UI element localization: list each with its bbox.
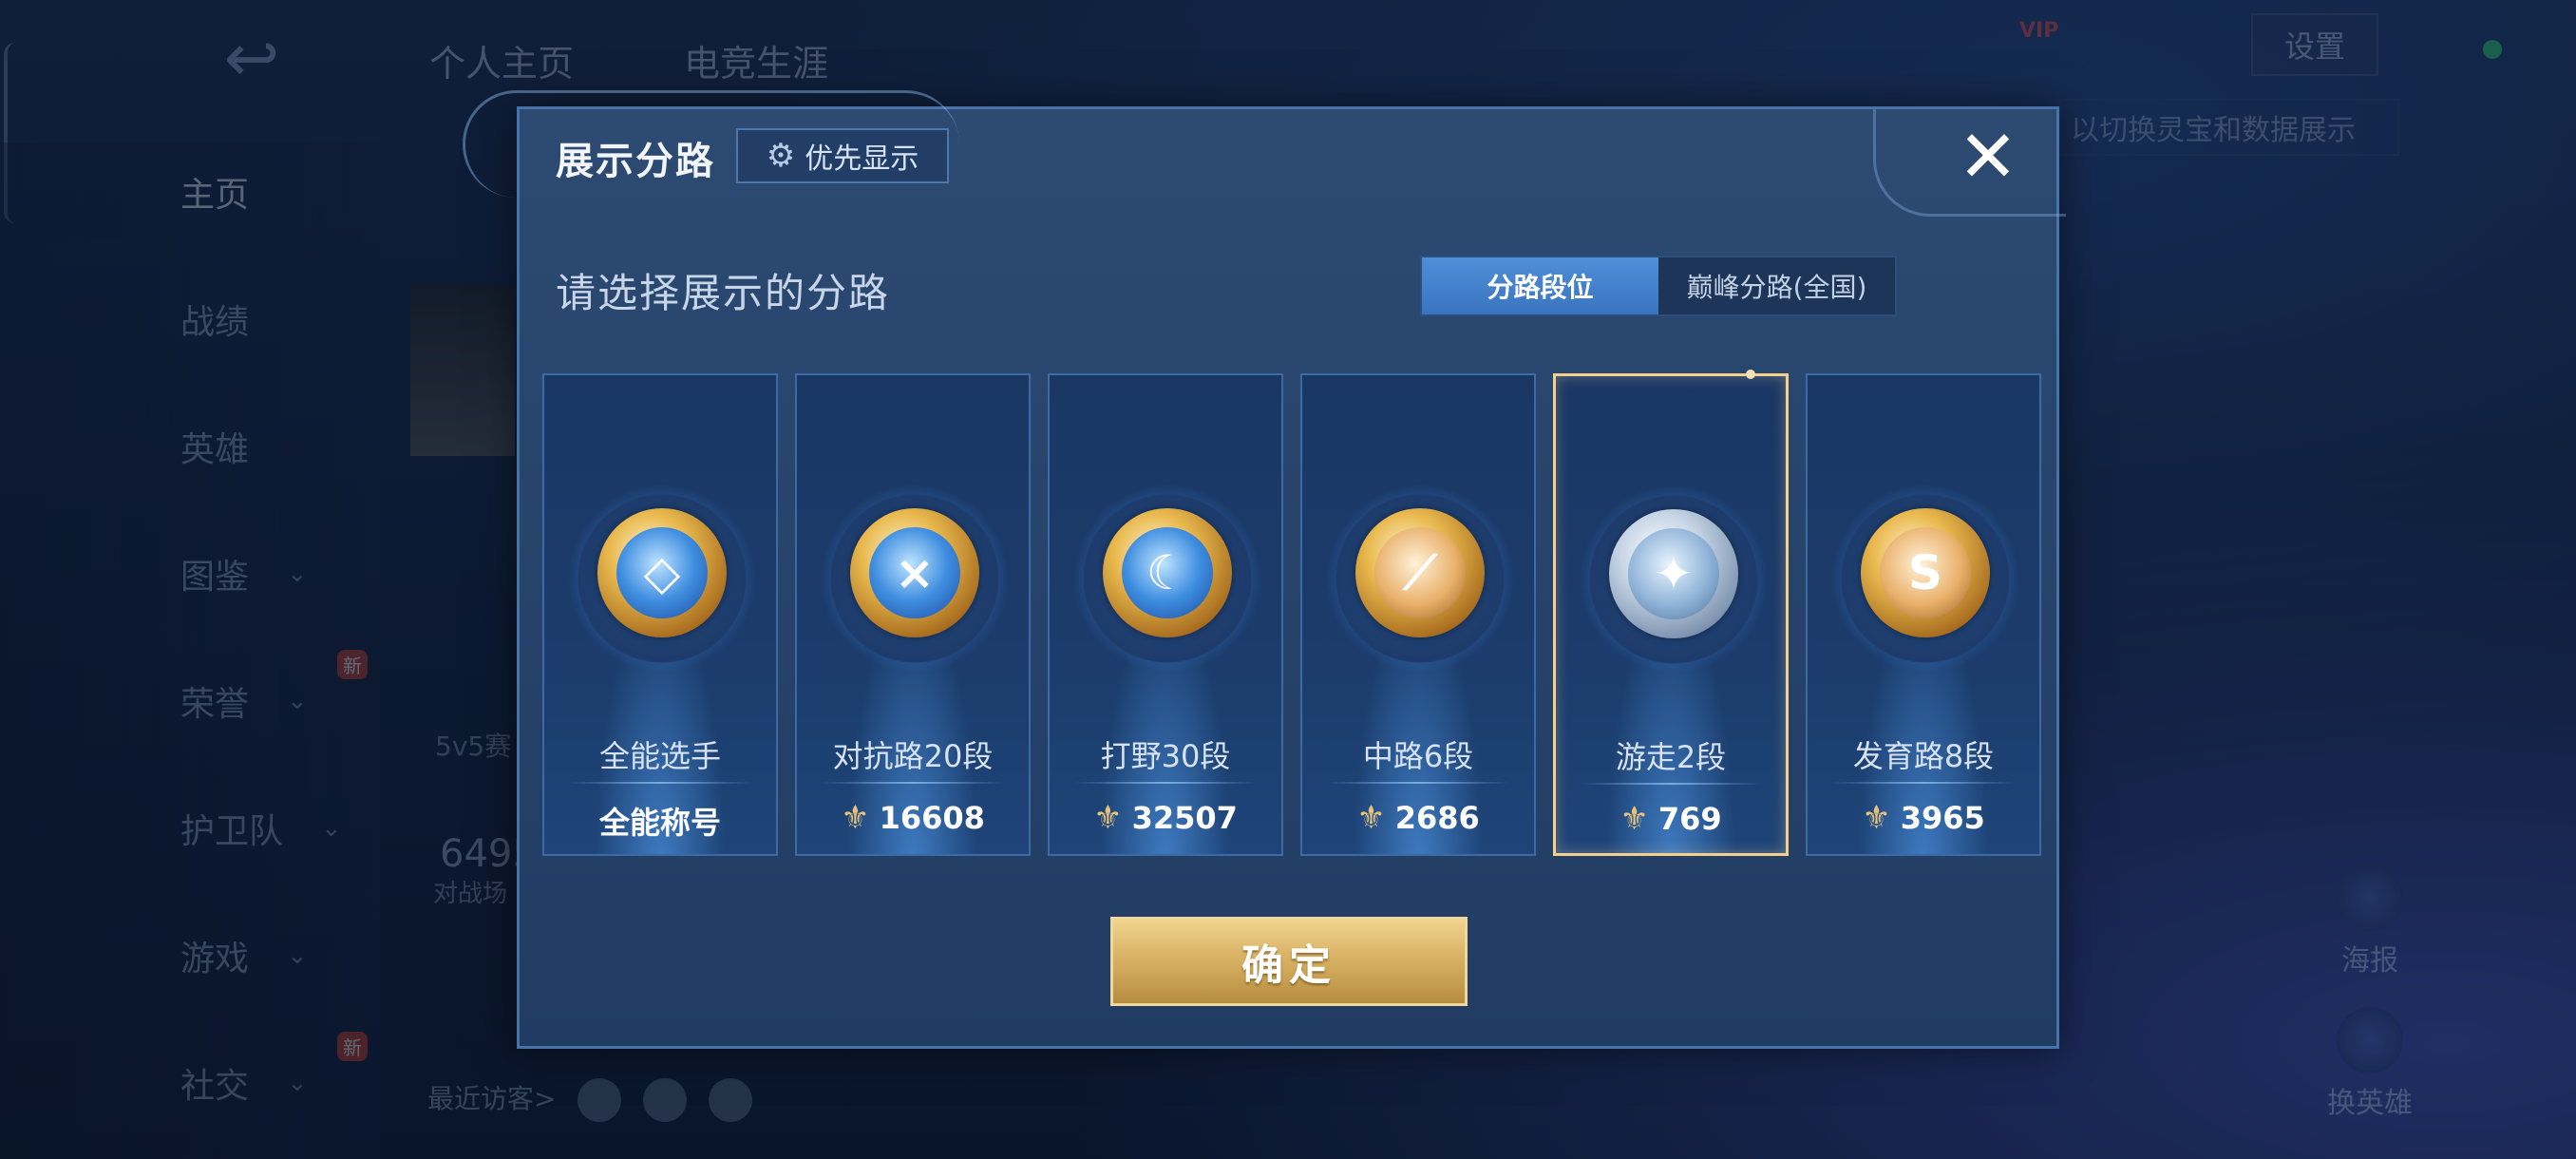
lane-points: ⚜ 769 xyxy=(1556,800,1786,838)
lane-card[interactable]: ☾ 打野30段 ⚜ 32507 xyxy=(1048,373,1283,856)
lane-rank-badge-icon: ⨯ xyxy=(850,508,979,637)
divider xyxy=(1327,782,1509,784)
lane-card[interactable]: S 发育路8段 ⚜ 3965 xyxy=(1806,373,2041,856)
badge-emblem: ⟋ xyxy=(1374,527,1466,618)
badge-emblem: ⨯ xyxy=(869,527,960,618)
dialog-subtitle: 请选择展示的分路 xyxy=(556,270,891,316)
badge-halo: ⟋ xyxy=(1325,484,1515,674)
points-icon: ⚜ xyxy=(841,799,870,837)
tab-peak-lane[interactable]: 巅峰分路(全国) xyxy=(1658,257,1895,314)
lane-name: 打野30段 xyxy=(1100,738,1231,774)
lane-card[interactable]: ⟋ 中路6段 ⚜ 2686 xyxy=(1300,373,1536,856)
lane-points-value: 16608 xyxy=(879,800,985,836)
lane-name: 发育路8段 xyxy=(1852,738,1995,774)
lane-points: ⚜ 16608 xyxy=(797,799,1029,837)
lane-name: 对抗路20段 xyxy=(832,738,994,774)
badge-halo: ☾ xyxy=(1072,484,1262,674)
dialog-header: 展示分路 ⚙ 优先显示 ✕ xyxy=(463,90,2066,217)
points-icon: ⚜ xyxy=(1619,800,1649,838)
divider xyxy=(1074,782,1257,784)
divider xyxy=(1832,782,2015,784)
lane-rank-badge-icon: ⟋ xyxy=(1355,508,1485,637)
lane-points-value: 全能称号 xyxy=(598,805,721,841)
lane-card-list: ◇ 全能选手 全能称号 ⨯ 对抗路20段 ⚜ 16608 ☾ 打野30段 ⚜ 32507 ⟋ 中路6段 ⚜… xyxy=(542,370,2041,856)
lane-card[interactable]: ⨯ 对抗路20段 ⚜ 16608 xyxy=(795,373,1031,856)
dialog-title: 展示分路 xyxy=(556,140,715,183)
lane-card[interactable]: ◇ 全能选手全能称号 xyxy=(542,373,778,856)
lane-view-toggle: 分路段位 巅峰分路(全国) xyxy=(1420,256,1897,316)
lane-name: 中路6段 xyxy=(1362,738,1474,774)
lane-rank-badge-icon: ☾ xyxy=(1103,508,1232,637)
lane-name: 全能选手 xyxy=(598,738,721,774)
confirm-button[interactable]: 确定 xyxy=(1110,917,1468,1006)
badge-halo: S xyxy=(1830,484,2020,674)
lane-name: 游走2段 xyxy=(1615,739,1727,775)
lane-points: ⚜ 32507 xyxy=(1050,799,1281,837)
lane-points-value: 769 xyxy=(1657,801,1722,837)
badge-halo: ◇ xyxy=(567,484,757,674)
points-icon: ⚜ xyxy=(1356,799,1386,837)
lane-rank-badge-icon: ◇ xyxy=(597,508,727,637)
divider xyxy=(569,782,751,784)
priority-display-button[interactable]: ⚙ 优先显示 xyxy=(736,128,949,183)
priority-display-label: 优先显示 xyxy=(805,142,919,176)
badge-emblem: ◇ xyxy=(616,527,708,618)
lane-rank-badge-icon: ✦ xyxy=(1609,509,1738,638)
lane-points: ⚜ 3965 xyxy=(1808,799,2039,837)
divider xyxy=(822,782,1004,784)
badge-emblem: ✦ xyxy=(1628,528,1719,619)
badge-emblem: S xyxy=(1880,527,1971,618)
lane-card[interactable]: ✦ 游走2段 ⚜ 769 xyxy=(1553,370,1789,856)
gear-icon: ⚙ xyxy=(766,137,796,175)
close-button[interactable]: ✕ xyxy=(1954,121,2022,193)
lane-points-value: 3965 xyxy=(1900,800,1985,836)
points-icon: ⚜ xyxy=(1093,799,1123,837)
lane-points: ⚜ 2686 xyxy=(1302,799,1534,837)
lane-points-value: 2686 xyxy=(1394,800,1480,836)
tab-lane-rank[interactable]: 分路段位 xyxy=(1422,257,1658,314)
badge-halo: ⨯ xyxy=(820,484,1010,674)
badge-emblem: ☾ xyxy=(1122,527,1213,618)
points-icon: ⚜ xyxy=(1862,799,1891,837)
display-lane-dialog: 展示分路 ⚙ 优先显示 ✕ 请选择展示的分路 分路段位 巅峰分路(全国) ◇ 全能选… xyxy=(463,90,2066,1049)
divider xyxy=(1581,783,1761,785)
lane-points-value: 32507 xyxy=(1131,800,1238,836)
badge-halo: ✦ xyxy=(1579,484,1769,674)
lane-rank-badge-icon: S xyxy=(1861,508,1990,637)
lane-points: 全能称号 xyxy=(544,799,776,843)
